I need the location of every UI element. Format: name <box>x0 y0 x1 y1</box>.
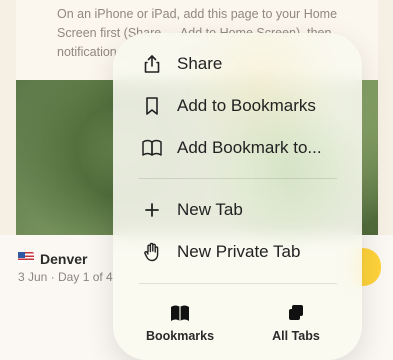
menu-divider <box>139 178 337 179</box>
tabs-icon <box>285 303 307 323</box>
book-open-icon <box>169 303 191 323</box>
menu-label: Add Bookmark to... <box>177 138 322 157</box>
menu-label: Add to Bookmarks <box>177 96 316 115</box>
menu-item-add-to-bookmarks[interactable]: Add to Bookmarks <box>113 88 362 124</box>
menu-label: New Private Tab <box>177 242 301 261</box>
all-tabs-button[interactable]: All Tabs <box>241 301 351 349</box>
us-flag-icon <box>18 252 34 263</box>
menu-item-new-tab[interactable]: New Tab <box>113 192 362 228</box>
bookmarks-button[interactable]: Bookmarks <box>125 301 235 349</box>
menu-label: New Tab <box>177 200 243 219</box>
menu-item-new-private-tab[interactable]: New Private Tab <box>113 234 362 270</box>
share-icon <box>141 53 163 75</box>
hand-icon <box>141 241 163 263</box>
trip-city: Denver <box>40 251 88 267</box>
bottom-label: Bookmarks <box>145 329 215 343</box>
menu-item-add-bookmark-to[interactable]: Add Bookmark to... <box>113 130 362 166</box>
menu-item-share[interactable]: Share <box>113 46 362 82</box>
menu-label: Share <box>177 54 223 73</box>
trip-meta: 3 Jun · Day 1 of 4 <box>18 270 113 284</box>
menu-divider <box>139 283 337 284</box>
book-icon <box>141 137 163 159</box>
bottom-label: All Tabs <box>272 329 320 343</box>
plus-icon <box>141 199 163 221</box>
context-menu: Share Add to Bookmarks Add Bookmark to..… <box>113 33 362 360</box>
bookmark-icon <box>141 95 163 117</box>
